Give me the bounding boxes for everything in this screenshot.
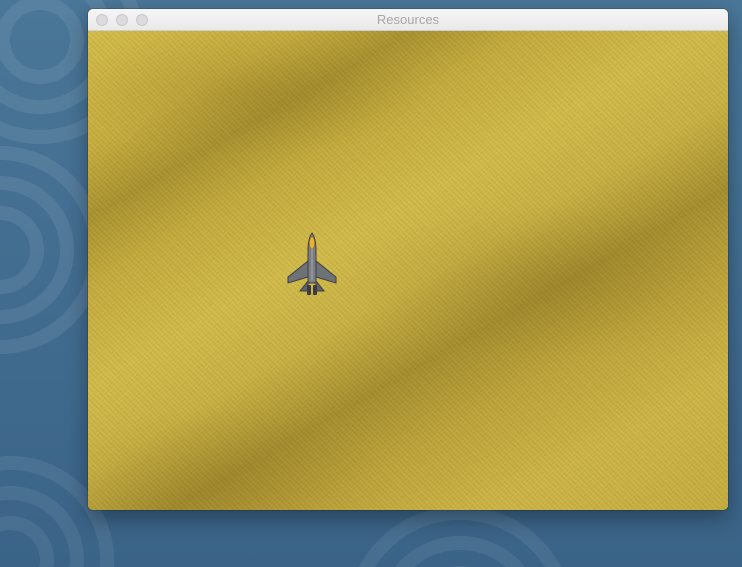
- app-window[interactable]: Resources: [88, 9, 728, 510]
- window-title: Resources: [376, 12, 440, 27]
- window-titlebar[interactable]: Resources: [88, 9, 728, 31]
- fighter-jet-icon: [287, 232, 337, 295]
- game-canvas[interactable]: [88, 31, 728, 510]
